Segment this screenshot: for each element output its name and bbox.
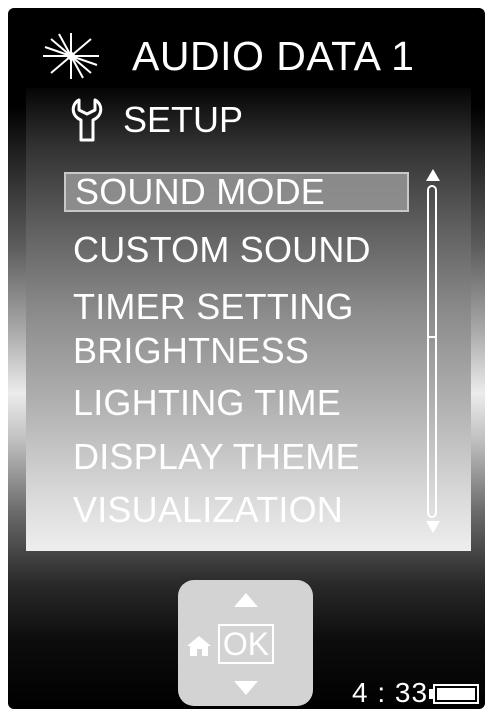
menu-item-brightness[interactable]: BRIGHTNESS	[73, 331, 309, 371]
scroll-down-arrow-icon[interactable]	[425, 520, 441, 534]
home-icon[interactable]	[186, 635, 212, 657]
wrench-icon	[71, 98, 103, 142]
menu-item-display-theme[interactable]: DISPLAY THEME	[73, 437, 360, 477]
setup-panel: SETUP SOUND MODE CUSTOM SOUND TIMER SETT…	[26, 88, 471, 551]
scrollbar-thumb[interactable]	[429, 187, 435, 339]
triangle-down-icon[interactable]	[233, 680, 259, 696]
scrollbar[interactable]	[427, 185, 437, 518]
sparkle-icon	[43, 33, 99, 79]
setup-title: SETUP	[123, 99, 244, 140]
menu-item-lighting-time[interactable]: LIGHTING TIME	[73, 383, 341, 423]
menu-item-timer-setting[interactable]: TIMER SETTING	[73, 287, 354, 327]
battery-icon	[429, 684, 479, 704]
app-title: AUDIO DATA 1	[132, 33, 415, 79]
navigation-pad: OK	[178, 580, 313, 706]
clock: 4 : 33	[352, 677, 429, 708]
triangle-up-icon[interactable]	[233, 592, 259, 608]
menu-item-visualization[interactable]: VISUALIZATION	[73, 490, 343, 530]
title-bar: AUDIO DATA 1	[8, 26, 485, 86]
scroll-up-arrow-icon[interactable]	[425, 168, 441, 182]
menu-item-custom-sound[interactable]: CUSTOM SOUND	[73, 230, 371, 270]
ok-button[interactable]: OK	[218, 624, 274, 664]
menu-item-sound-mode[interactable]: SOUND MODE	[64, 172, 409, 212]
device-screen: AUDIO DATA 1 SETUP SOUND MODE CUSTOM SOU…	[8, 8, 485, 709]
